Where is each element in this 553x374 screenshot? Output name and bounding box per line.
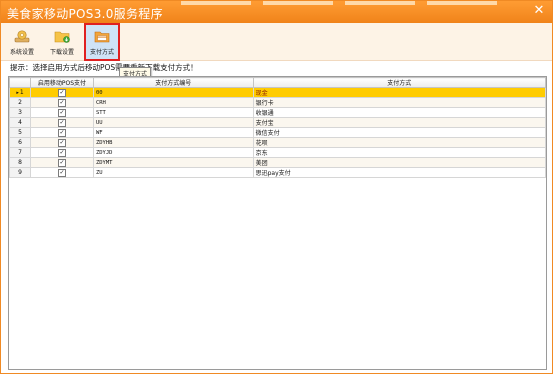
enable-cell (29, 87, 94, 98)
enable-cell (29, 157, 94, 168)
table-row[interactable]: 9 ZU思迅pay支付 (9, 167, 547, 178)
app-window: 美食家移动POS3.0服务程序 ✕ 系统设置 下载设置 支付方式 提示：选择启用… (0, 0, 553, 374)
settings-icon (14, 30, 30, 43)
row-number: 4 (9, 117, 31, 128)
table-row[interactable]: 2 CRH银行卡 (9, 97, 547, 108)
download-folder-icon (54, 31, 70, 43)
row-number: 3 (9, 107, 31, 118)
system-settings-label: 系统设置 (9, 49, 34, 56)
table-row[interactable]: 5 WF微信支付 (9, 127, 547, 138)
title-bar[interactable]: 美食家移动POS3.0服务程序 ✕ (1, 1, 552, 23)
enable-cell (29, 167, 94, 178)
payment-code-cell[interactable]: WF (92, 127, 254, 138)
download-settings-button[interactable]: 下载设置 (46, 25, 78, 59)
hint-text: 提示：选择启用方式后移动POS需要重新下载支付方式！ (10, 63, 198, 72)
row-number: 5 (9, 127, 31, 138)
payment-name-cell[interactable]: 现金 (252, 87, 547, 98)
background-tab-stub (345, 1, 415, 5)
row-number-label: 6 (18, 139, 22, 146)
payment-card-icon (94, 31, 110, 43)
payment-name-cell[interactable]: 收银通 (252, 107, 547, 118)
current-row-arrow-icon: ▸ (16, 90, 19, 96)
payment-code-cell[interactable]: ZDYHB (92, 137, 254, 148)
row-number-label: 9 (18, 169, 22, 176)
enable-checkbox[interactable] (57, 138, 66, 147)
payment-code-cell[interactable]: UU (92, 117, 254, 128)
background-tab-stub (181, 1, 251, 5)
enable-cell (29, 97, 94, 108)
payment-method-label: 支付方式 (89, 49, 114, 56)
row-number-label: 3 (18, 109, 22, 116)
enable-cell (29, 127, 94, 138)
payment-name-cell[interactable]: 京东 (252, 147, 547, 158)
enable-cell (29, 107, 94, 118)
payment-name-cell[interactable]: 美团 (252, 157, 547, 168)
payment-methods-table: 启用移动POS支付 支付方式编号 支付方式 ▸1 00现金 2 CRH银行卡 3 STT收… (9, 77, 547, 178)
header-payment-method[interactable]: 支付方式 (252, 77, 547, 88)
table-row[interactable]: ▸1 00现金 (9, 87, 547, 98)
background-tab-stub (427, 1, 497, 5)
table-row[interactable]: 8 ZDYMT美团 (9, 157, 547, 168)
payment-name-cell[interactable]: 思迅pay支付 (252, 167, 547, 178)
row-number: ▸1 (9, 87, 31, 98)
enable-checkbox[interactable] (57, 118, 66, 127)
payment-name-cell[interactable]: 银行卡 (252, 97, 547, 108)
table-row[interactable]: 4 UU支付宝 (9, 117, 547, 128)
close-button[interactable]: ✕ (532, 4, 546, 18)
table-row[interactable]: 6 ZDYHB花呗 (9, 137, 547, 148)
download-settings-label: 下载设置 (49, 49, 74, 56)
table-header-row: 启用移动POS支付 支付方式编号 支付方式 (9, 77, 547, 88)
payment-code-cell[interactable]: ZU (92, 167, 254, 178)
payment-methods-grid: 启用移动POS支付 支付方式编号 支付方式 ▸1 00现金 2 CRH银行卡 3 STT收… (8, 76, 547, 370)
payment-code-cell[interactable]: STT (92, 107, 254, 118)
row-number-label: 2 (18, 99, 22, 106)
payment-name-cell[interactable]: 支付宝 (252, 117, 547, 128)
payment-code-cell[interactable]: 00 (92, 87, 254, 98)
enable-checkbox[interactable] (57, 158, 66, 167)
row-number: 7 (9, 147, 31, 158)
payment-code-cell[interactable]: CRH (92, 97, 254, 108)
enable-checkbox[interactable] (57, 98, 66, 107)
system-settings-button[interactable]: 系统设置 (6, 25, 38, 59)
header-row-number (9, 77, 31, 88)
payment-name-cell[interactable]: 微信支付 (252, 127, 547, 138)
row-number-label: 1 (19, 89, 24, 96)
row-number-label: 8 (18, 159, 22, 166)
row-number: 6 (9, 137, 31, 148)
enable-checkbox[interactable] (57, 128, 66, 137)
table-row[interactable]: 7 ZDYJD京东 (9, 147, 547, 158)
enable-cell (29, 117, 94, 128)
enable-checkbox[interactable] (57, 108, 66, 117)
window-title: 美食家移动POS3.0服务程序 (7, 7, 163, 21)
payment-name-cell[interactable]: 花呗 (252, 137, 547, 148)
payment-code-cell[interactable]: ZDYMT (92, 157, 254, 168)
background-tab-stub (263, 1, 333, 5)
row-number: 2 (9, 97, 31, 108)
row-number-label: 5 (18, 129, 22, 136)
row-number-label: 7 (18, 149, 22, 156)
row-number: 9 (9, 167, 31, 178)
header-payment-code[interactable]: 支付方式编号 (92, 77, 254, 88)
table-row[interactable]: 3 STT收银通 (9, 107, 547, 118)
header-enable-pos-payment[interactable]: 启用移动POS支付 (29, 77, 94, 88)
row-number-label: 4 (18, 119, 22, 126)
enable-checkbox[interactable] (57, 168, 66, 177)
enable-checkbox[interactable] (57, 88, 66, 97)
payment-method-button[interactable]: 支付方式 (84, 23, 120, 61)
payment-code-cell[interactable]: ZDYJD (92, 147, 254, 158)
enable-checkbox[interactable] (57, 148, 66, 157)
toolbar: 系统设置 下载设置 支付方式 (1, 23, 552, 61)
enable-cell (29, 147, 94, 158)
row-number: 8 (9, 157, 31, 168)
enable-cell (29, 137, 94, 148)
